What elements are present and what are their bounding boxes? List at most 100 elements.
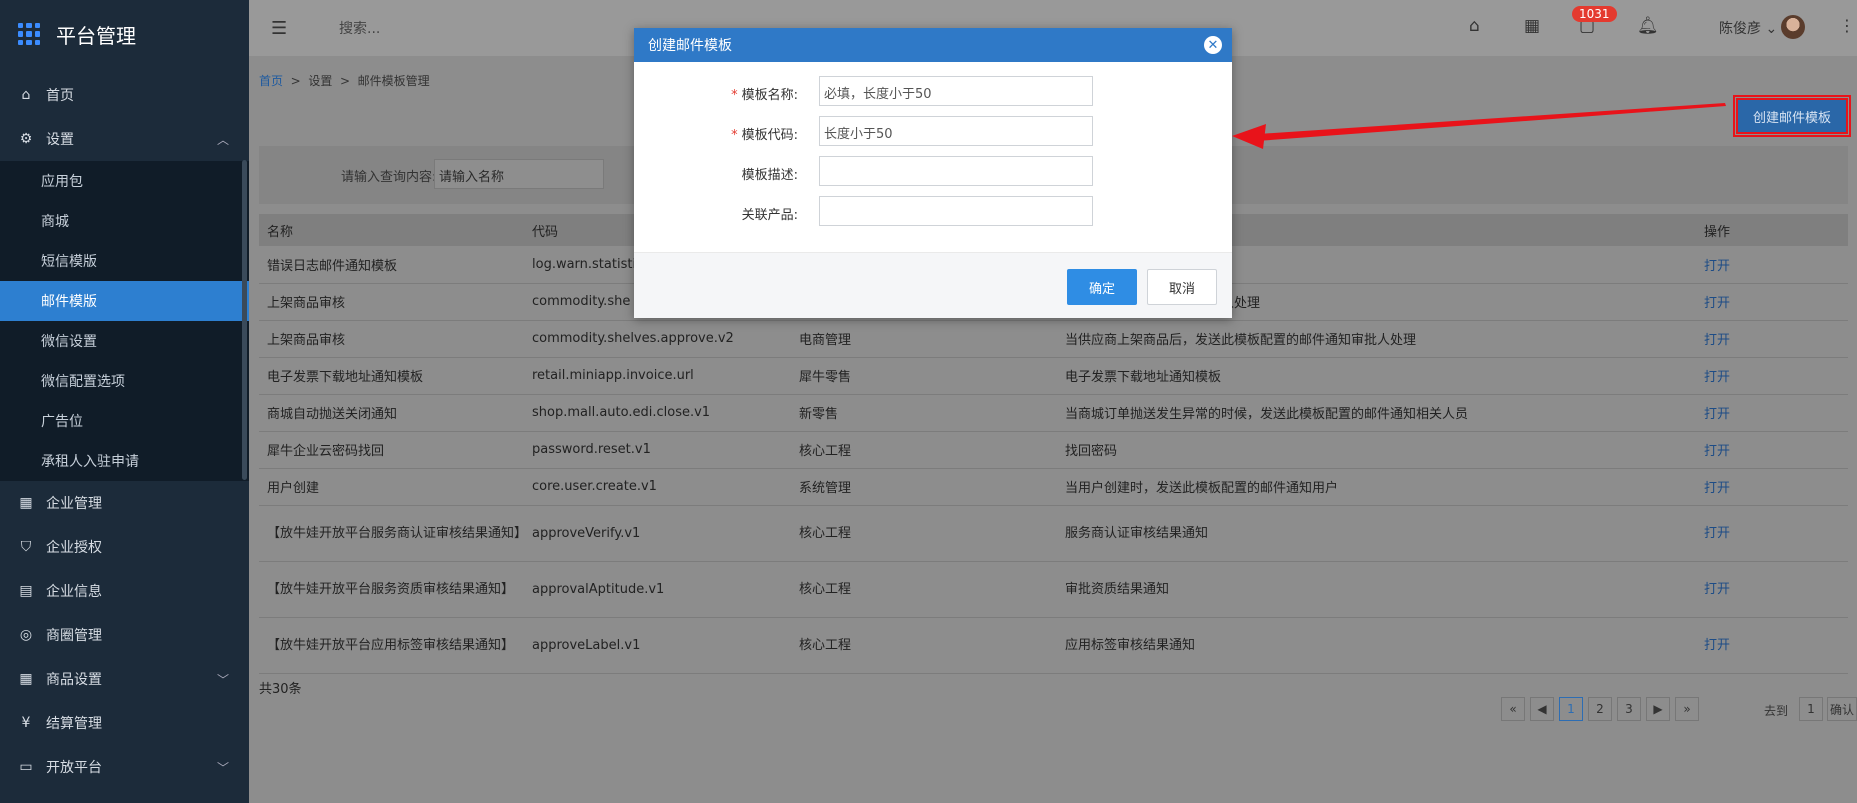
goto-confirm-button[interactable]: 确认 [1827, 697, 1857, 721]
sidebar-subitem-email-template[interactable]: 邮件模版 [0, 281, 249, 321]
open-link[interactable]: 打开 [1696, 394, 1848, 432]
search-input[interactable]: 搜索... [339, 18, 380, 38]
total-count: 共30条 [259, 682, 302, 697]
breadcrumb-home[interactable]: 首页 [259, 74, 283, 88]
user-menu[interactable]: 陈俊彦 ⌄ [1719, 18, 1777, 38]
page-button[interactable]: 2 [1588, 697, 1612, 721]
sidebar-subitem-ad-slot[interactable]: 广告位 [0, 401, 249, 441]
sidebar-subitem-wechat-options[interactable]: 微信配置选项 [0, 361, 249, 401]
app-window: 平台管理 ⌂ 首页 ⚙ 设置 ︿ 应用包 商城 短信模版 邮件模版 微信设置 微… [0, 0, 1857, 803]
search-name-input[interactable]: 请输入名称 [434, 159, 604, 189]
settings-submenu: 应用包 商城 短信模版 邮件模版 微信设置 微信配置选项 广告位 承租人入驻申请 [0, 161, 249, 481]
sidebar-subitem-wechat-settings[interactable]: 微信设置 [0, 321, 249, 361]
table-row: 【放牛娃开放平台服务商认证审核结果通知】 approveVerify.v1 核心工程… [259, 505, 1848, 562]
cell-code: commodity.shelves.approve.v2 [524, 320, 791, 358]
table-row: 犀牛企业云密码找回 password.reset.v1 核心工程 找回密码 打开 [259, 431, 1848, 469]
create-email-template-button[interactable]: 创建邮件模板 [1733, 95, 1851, 137]
cell-description: 当用户创建时，发送此模板配置的邮件通知用户 [1057, 468, 1696, 506]
sidebar-item-label: 商圈管理 [46, 628, 102, 644]
cancel-button[interactable]: 取消 [1147, 269, 1217, 305]
template-code-input[interactable]: 长度小于50 [819, 116, 1093, 146]
apps-icon[interactable]: ▦ [1524, 16, 1540, 36]
sidebar-item-open-platform[interactable]: ▭ 开放平台 ﹀ [0, 745, 249, 789]
last-page-button[interactable]: » [1675, 697, 1699, 721]
dialog-form: * 模板名称: 必填，长度小于50 * 模板代码: 长度小于50 模板描述: 关联产… [634, 62, 1232, 232]
card-icon: ▤ [19, 583, 33, 599]
apps-grid-icon[interactable] [18, 23, 40, 45]
open-link[interactable]: 打开 [1696, 320, 1848, 358]
prev-page-button[interactable]: ◀ [1530, 697, 1554, 721]
open-link[interactable]: 打开 [1696, 357, 1848, 395]
brand: 平台管理 [0, 0, 249, 68]
form-row-template-code: * 模板代码: 长度小于50 [634, 112, 1232, 152]
cell-code: approveLabel.v1 [524, 617, 791, 674]
app-title: 平台管理 [56, 23, 136, 48]
avatar[interactable] [1781, 15, 1805, 39]
sidebar-subitem-tenant-apply[interactable]: 承租人入驻申请 [0, 441, 249, 481]
open-link[interactable]: 打开 [1696, 617, 1848, 674]
bell-icon[interactable]: 🔔︎ [1637, 16, 1659, 36]
dialog-footer: 确定 取消 [634, 252, 1232, 318]
sidebar-subitem-mall[interactable]: 商城 [0, 201, 249, 241]
cell-code: retail.miniapp.invoice.url [524, 357, 791, 395]
cell-code: approveVerify.v1 [524, 505, 791, 562]
first-page-button[interactable]: « [1501, 697, 1525, 721]
cell-name: 【放牛娃开放平台应用标签审核结果通知】 [259, 617, 524, 674]
related-product-input[interactable] [819, 196, 1093, 226]
sidebar-item-enterprise[interactable]: ▦ 企业管理 [0, 481, 249, 525]
open-link[interactable]: 打开 [1696, 468, 1848, 506]
sidebar-item-enterprise-info[interactable]: ▤ 企业信息 [0, 569, 249, 613]
table-row: 【放牛娃开放平台服务资质审核结果通知】 approvalAptitude.v1 核心… [259, 561, 1848, 618]
cell-name: 【放牛娃开放平台服务商认证审核结果通知】 [259, 505, 527, 562]
open-link[interactable]: 打开 [1696, 561, 1848, 618]
open-link[interactable]: 打开 [1696, 283, 1848, 321]
cell-name: 电子发票下载地址通知模板 [259, 357, 524, 395]
cell-name: 商城自动抛送关闭通知 [259, 394, 524, 432]
cell-code: approvalAptitude.v1 [524, 561, 791, 618]
column-header-name: 名称 [259, 214, 524, 246]
sidebar-item-settings[interactable]: ⚙ 设置 ︿ [0, 117, 249, 161]
sidebar-scrollbar[interactable] [242, 160, 247, 480]
table-row: 商城自动抛送关闭通知 shop.mall.auto.edi.close.v1 新零售… [259, 394, 1848, 432]
sidebar-item-label: 设置 [46, 132, 74, 148]
cell-description: 当供应商上架商品后，发送此模板配置的邮件通知审批人处理 [1057, 320, 1696, 358]
sidebar: 平台管理 ⌂ 首页 ⚙ 设置 ︿ 应用包 商城 短信模版 邮件模版 微信设置 微… [0, 0, 249, 803]
open-link[interactable]: 打开 [1696, 246, 1848, 284]
sidebar-subitem-app-package[interactable]: 应用包 [0, 161, 249, 201]
breadcrumb-settings[interactable]: 设置 [308, 74, 332, 88]
breadcrumb: 首页 > 设置 > 邮件模板管理 [259, 74, 430, 88]
table-row: 用户创建 core.user.create.v1 系统管理 当用户创建时，发送此模板配… [259, 468, 1848, 506]
filter-label: 请输入查询内容: [341, 170, 437, 185]
goto-label: 去到 [1764, 704, 1789, 718]
sidebar-item-authorization[interactable]: ⛉ 企业授权 [0, 525, 249, 569]
page-button[interactable]: 1 [1559, 697, 1583, 721]
close-icon[interactable]: ✕ [1204, 36, 1222, 54]
template-name-input[interactable]: 必填，长度小于50 [819, 76, 1093, 106]
sidebar-item-settlement[interactable]: ¥ 结算管理 [0, 701, 249, 745]
page-button[interactable]: 3 [1617, 697, 1641, 721]
cell-name: 上架商品审核 [259, 320, 524, 358]
next-page-button[interactable]: ▶ [1646, 697, 1670, 721]
template-description-input[interactable] [819, 156, 1093, 186]
chevron-down-icon: ﹀ [216, 760, 229, 775]
home-icon[interactable]: ⌂ [1469, 16, 1480, 36]
chevron-down-icon: ﹀ [216, 672, 229, 687]
menu-toggle-icon[interactable]: ☰ [271, 18, 291, 39]
cell-description: 电子发票下载地址通知模板 [1057, 357, 1696, 395]
sidebar-item-label: 企业信息 [46, 584, 102, 600]
confirm-button[interactable]: 确定 [1067, 269, 1137, 305]
sidebar-item-home[interactable]: ⌂ 首页 [0, 73, 249, 117]
goto-page-input[interactable]: 1 [1799, 697, 1823, 721]
more-vertical-icon[interactable]: ⋮ [1839, 16, 1855, 35]
field-label: * 模板代码: [731, 128, 798, 143]
cell-product: 核心工程 [791, 431, 1057, 469]
open-link[interactable]: 打开 [1696, 505, 1848, 562]
sidebar-item-label: 开放平台 [46, 760, 102, 776]
cell-product: 核心工程 [791, 617, 1057, 674]
table-row: 【放牛娃开放平台应用标签审核结果通知】 approveLabel.v1 核心工程 应用… [259, 617, 1848, 674]
sidebar-subitem-sms-template[interactable]: 短信模版 [0, 241, 249, 281]
sidebar-item-business-district[interactable]: ◎ 商圈管理 [0, 613, 249, 657]
field-label: * 模板名称: [731, 88, 798, 103]
sidebar-item-product-settings[interactable]: ▦ 商品设置 ﹀ [0, 657, 249, 701]
open-link[interactable]: 打开 [1696, 431, 1848, 469]
